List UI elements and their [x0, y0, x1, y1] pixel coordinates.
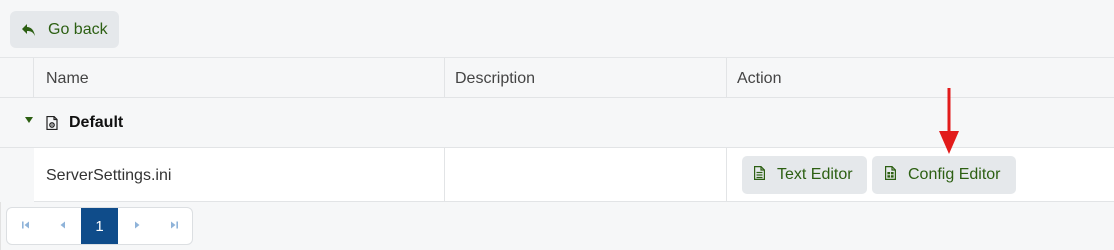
- last-page-icon: [169, 217, 179, 235]
- next-page-icon: [132, 217, 142, 235]
- config-editor-button[interactable]: Config Editor: [872, 156, 1016, 194]
- text-file-icon: [754, 165, 765, 185]
- previous-page-icon: [58, 217, 68, 235]
- column-divider: [726, 58, 727, 98]
- pagination: 1: [6, 207, 193, 245]
- file-name-cell: ServerSettings.ini: [46, 167, 172, 184]
- column-header-name[interactable]: Name: [46, 58, 89, 98]
- text-editor-label: Text Editor: [777, 166, 853, 183]
- config-file-icon: [46, 115, 58, 135]
- page-button-current[interactable]: 1: [81, 208, 118, 244]
- spreadsheet-file-icon: [885, 165, 896, 185]
- go-back-label: Go back: [48, 20, 108, 38]
- go-back-button[interactable]: Go back: [10, 11, 119, 48]
- column-divider: [444, 148, 445, 202]
- column-divider: [444, 58, 445, 98]
- back-arrow-icon: [22, 23, 36, 37]
- config-editor-label: Config Editor: [908, 166, 1001, 183]
- previous-page-button[interactable]: [44, 208, 81, 244]
- last-page-button[interactable]: [155, 208, 192, 244]
- group-label: Default: [69, 114, 124, 131]
- column-header-action[interactable]: Action: [737, 58, 781, 98]
- row-gutter: [0, 148, 34, 202]
- first-page-icon: [21, 217, 31, 235]
- red-arrow-annotation-icon: [934, 86, 964, 161]
- column-divider: [726, 148, 727, 202]
- column-header-description[interactable]: Description: [455, 58, 535, 98]
- expand-caret-icon[interactable]: [25, 117, 33, 123]
- toolbar: Go back: [0, 0, 1114, 58]
- first-page-button[interactable]: [7, 208, 44, 244]
- next-page-button[interactable]: [118, 208, 155, 244]
- text-editor-button[interactable]: Text Editor: [742, 156, 867, 194]
